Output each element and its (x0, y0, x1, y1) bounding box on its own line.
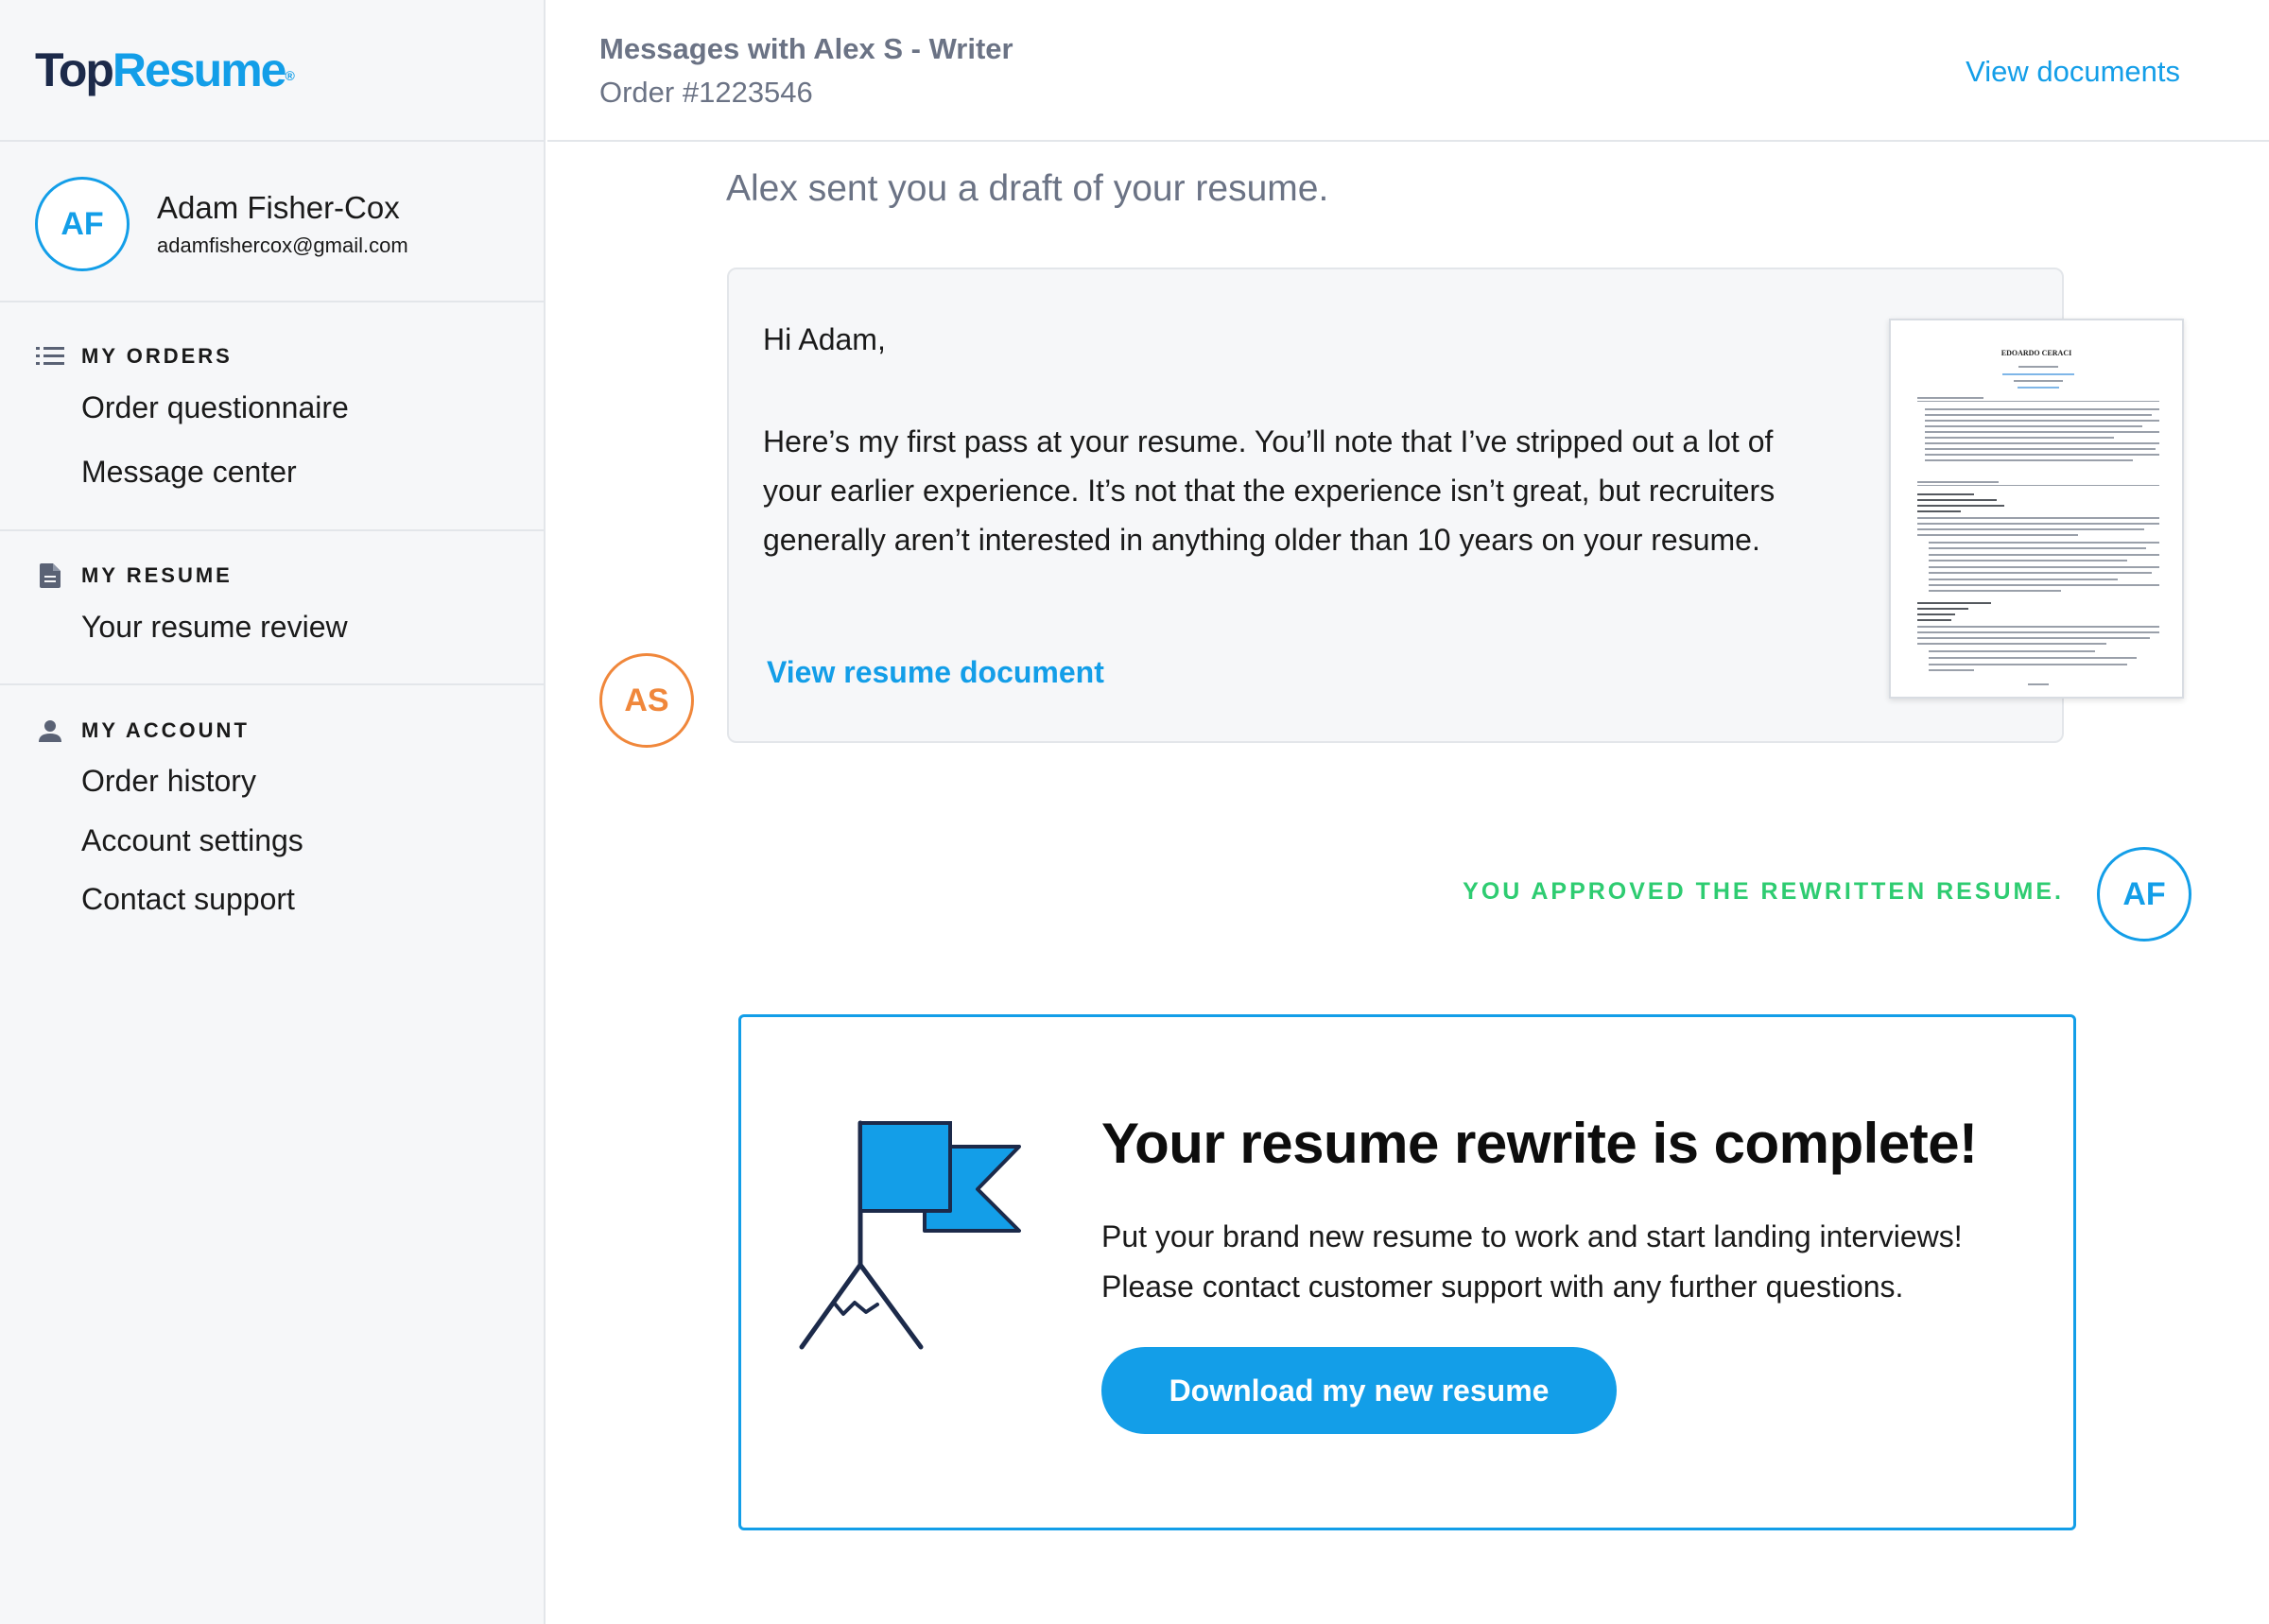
section-my-orders: MY ORDERS (36, 344, 233, 369)
approval-status: YOU APPROVED THE REWRITTEN RESUME. (1463, 878, 2064, 905)
completion-text: Put your brand new resume to work and st… (1101, 1212, 2047, 1312)
view-documents-link[interactable]: View documents (1966, 55, 2180, 89)
sidebar-item-account-settings[interactable]: Account settings (81, 823, 303, 858)
orders-divider (0, 529, 546, 531)
sidebar-item-order-questionnaire[interactable]: Order questionnaire (81, 390, 349, 425)
writer-avatar: AS (599, 653, 694, 748)
document-icon (36, 563, 64, 588)
sidebar-item-resume-review[interactable]: Your resume review (81, 610, 348, 645)
person-icon (36, 718, 64, 743)
logo-divider (0, 140, 546, 142)
order-number: Order #1223546 (599, 76, 813, 109)
thumbnail-name: EDOARDO CERACI (2001, 349, 2072, 357)
topresume-logo[interactable]: TopResume® (35, 42, 295, 98)
completion-line-2: Please contact customer support with any… (1101, 1270, 1904, 1304)
flag-on-mountain-icon (799, 1120, 1021, 1350)
download-resume-button[interactable]: Download my new resume (1101, 1347, 1617, 1434)
writer-message-card: Hi Adam, Here’s my first pass at your re… (727, 268, 2064, 743)
sidebar-item-order-history[interactable]: Order history (81, 764, 256, 799)
resume-divider (0, 683, 546, 685)
profile-divider (0, 301, 546, 302)
conversation-title: Messages with Alex S - Writer (599, 32, 1013, 65)
sidebar: TopResume® AF Adam Fisher-Cox adamfisher… (0, 0, 546, 1624)
completion-title: Your resume rewrite is complete! (1101, 1112, 1978, 1175)
user-name: Adam Fisher-Cox (157, 190, 400, 225)
user-avatar: AF (35, 177, 130, 271)
sidebar-item-message-center[interactable]: Message center (81, 455, 297, 490)
user-email: adamfishercox@gmail.com (157, 233, 408, 257)
section-my-account: MY ACCOUNT (36, 718, 250, 743)
view-resume-document-link[interactable]: View resume document (767, 655, 1104, 690)
message-body: Here’s my first pass at your resume. You… (763, 424, 1775, 557)
list-icon (36, 344, 64, 369)
draft-notice: Alex sent you a draft of your resume. (726, 168, 1329, 209)
message-greeting: Hi Adam, (763, 322, 886, 356)
section-my-resume: MY RESUME (36, 563, 233, 588)
user-profile: AF Adam Fisher-Cox adamfishercox@gmail.c… (35, 177, 527, 271)
completion-line-1: Put your brand new resume to work and st… (1101, 1219, 1963, 1253)
user-avatar-approval: AF (2097, 847, 2191, 942)
sidebar-item-contact-support[interactable]: Contact support (81, 882, 295, 917)
resume-thumbnail[interactable]: EDOARDO CERACI (1889, 319, 2184, 699)
messages-header: Messages with Alex S - Writer Order #122… (547, 0, 2269, 142)
